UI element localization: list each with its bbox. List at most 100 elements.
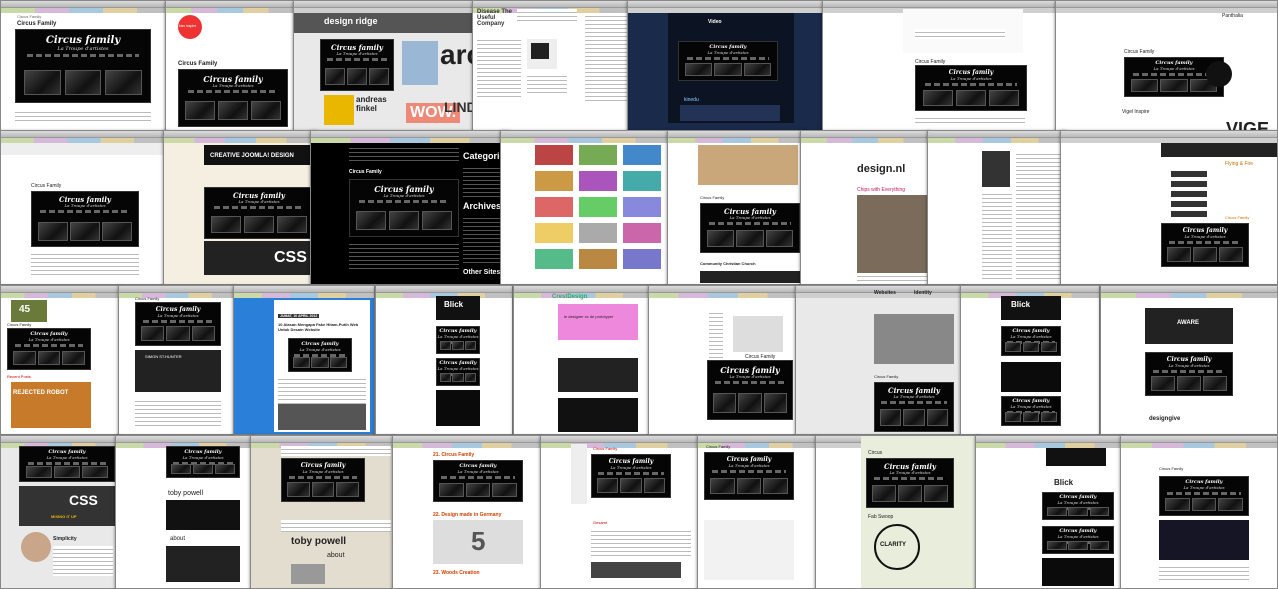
thumb-grid-item — [579, 197, 617, 217]
window-tabbar[interactable] — [393, 443, 541, 448]
circus-nav — [40, 210, 130, 213]
window-titlebar[interactable] — [164, 131, 317, 138]
circus-tile — [336, 482, 360, 497]
window-tabbar[interactable] — [1101, 293, 1277, 298]
page-title: Circus Family — [1124, 49, 1155, 55]
bottle-graphic — [1001, 362, 1061, 392]
window-titlebar[interactable] — [1061, 131, 1277, 138]
circus-nav — [213, 206, 305, 209]
site-logo: design ridge — [324, 16, 378, 26]
circus-family-screenshot: Circus family La Troupe d'artistes — [874, 382, 954, 432]
browser-window-r4-1: Circus family La Troupe d'artistes CSS MIXI… — [0, 435, 120, 589]
text-lines — [281, 446, 391, 456]
window-titlebar[interactable] — [928, 131, 1066, 138]
circus-tiles — [713, 392, 787, 414]
circus-logo-subtitle: La Troupe d'artistes — [46, 455, 88, 460]
window-titlebar[interactable] — [514, 286, 650, 293]
window-titlebar[interactable] — [541, 436, 699, 443]
window-titlebar[interactable] — [1, 131, 167, 138]
window-tabbar[interactable] — [1, 293, 119, 298]
logo-tile — [1171, 211, 1207, 217]
window-titlebar[interactable] — [116, 436, 254, 443]
big-heading: arc — [440, 39, 472, 70]
window-tabbar[interactable] — [166, 8, 294, 13]
window-titlebar[interactable] — [823, 1, 1061, 8]
window-tabbar[interactable] — [1121, 443, 1277, 448]
window-tabbar[interactable] — [668, 138, 806, 143]
window-tabbar[interactable] — [311, 138, 509, 143]
window-titlebar[interactable] — [976, 436, 1124, 443]
site-logo: Blick — [444, 300, 464, 309]
circus-family-screenshot: Circus family La Troupe d'artistes — [707, 360, 793, 420]
window-titlebar[interactable] — [801, 131, 929, 138]
window-titlebar[interactable] — [119, 286, 235, 293]
window-tabbar[interactable] — [1, 8, 171, 13]
window-titlebar[interactable] — [649, 286, 797, 293]
window-titlebar[interactable] — [1056, 1, 1277, 8]
window-titlebar[interactable] — [234, 286, 374, 293]
thumb-grid-item — [623, 145, 661, 165]
circus-tiles — [24, 69, 142, 95]
list-heading: 23. Woods Creation — [433, 570, 480, 576]
window-titlebar[interactable] — [166, 1, 294, 8]
window-titlebar[interactable] — [1, 1, 171, 8]
section-title: Gesamt — [593, 520, 608, 525]
window-titlebar[interactable] — [1101, 286, 1277, 293]
window-tabbar[interactable] — [164, 138, 317, 143]
circus-tile — [1047, 507, 1067, 517]
window-tabbar[interactable] — [234, 293, 374, 298]
circus-tile — [1193, 247, 1217, 262]
window-titlebar[interactable] — [473, 1, 631, 8]
circus-tile — [706, 230, 734, 248]
window-tabbar[interactable] — [801, 138, 929, 143]
window-titlebar[interactable] — [698, 436, 816, 443]
circus-tile — [1089, 541, 1109, 551]
banner-text: CREATIVE JOOMLA! DESIGN — [210, 153, 294, 159]
circus-tile — [276, 215, 307, 233]
window-tabbar[interactable] — [501, 138, 669, 143]
circus-tile — [193, 463, 213, 474]
circus-family-screenshot: Circus family La Troupe d'artistes — [1001, 326, 1061, 356]
circus-tiles — [439, 341, 477, 351]
circus-logo-subtitle: La Troupe d'artistes — [28, 337, 70, 342]
circus-nav — [924, 83, 1018, 86]
window-tabbar[interactable] — [541, 443, 699, 448]
window-titlebar[interactable] — [501, 131, 669, 138]
circus-logo-subtitle: La Troupe d'artistes — [457, 469, 499, 474]
window-titlebar[interactable] — [1121, 436, 1277, 443]
window-tabbar[interactable] — [649, 293, 797, 298]
circus-family-screenshot: Circus family La Troupe d'artistes — [436, 358, 480, 386]
window-titlebar[interactable] — [1, 286, 119, 293]
illustration-thumb — [704, 520, 794, 580]
window-titlebar[interactable] — [1, 436, 119, 443]
circus-tile — [439, 373, 452, 383]
page-title: Circus Family — [700, 195, 725, 200]
site-name: toby powell — [291, 536, 346, 547]
circus-logo-subtitle: La Troupe d'artistes — [1168, 363, 1210, 368]
circus-family-screenshot: Circus family La Troupe d'artistes — [178, 69, 288, 127]
circus-nav — [187, 90, 279, 93]
window-tabbar[interactable] — [928, 138, 1066, 143]
promo-banner — [558, 304, 638, 340]
window-titlebar[interactable] — [294, 1, 472, 8]
window-titlebar[interactable] — [376, 286, 512, 293]
window-titlebar[interactable] — [393, 436, 541, 443]
circus-tile — [244, 215, 274, 233]
circus-family-screenshot: Circus family La Troupe d'artistes — [678, 41, 778, 81]
window-titlebar[interactable] — [961, 286, 1099, 293]
circus-family-screenshot: Circus family La Troupe d'artistes — [288, 338, 352, 372]
text-lines — [349, 241, 459, 271]
circus-nav — [1168, 241, 1242, 244]
circus-tile — [70, 221, 100, 241]
window-titlebar[interactable] — [668, 131, 806, 138]
circus-nav — [873, 477, 947, 480]
window-titlebar[interactable] — [251, 436, 394, 443]
window-titlebar[interactable] — [311, 131, 509, 138]
window-titlebar[interactable] — [628, 1, 826, 8]
window-tabbar[interactable] — [1056, 8, 1277, 13]
section-title: Simplicity — [53, 536, 77, 542]
circus-tile — [452, 341, 464, 351]
circus-logo-subtitle: La Troupe d'artistes — [950, 76, 992, 81]
site-name: SIMON ST.HUNTER — [145, 354, 182, 359]
circus-nav — [26, 54, 140, 57]
